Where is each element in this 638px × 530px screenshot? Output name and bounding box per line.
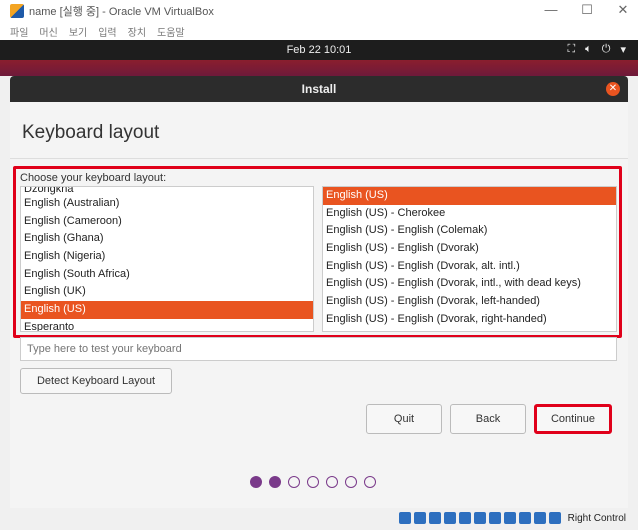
vbox-status-bar: Right Control [0,508,638,530]
installer-title: Install [301,82,337,96]
close-icon[interactable]: ✕ [606,82,620,96]
list-item[interactable]: English (US) - English (Colemak) [323,222,616,240]
power-icon[interactable]: ⏻ [602,43,611,56]
choose-layout-label: Choose your keyboard layout: [20,172,167,184]
menu-view[interactable]: 보기 [69,24,87,39]
variant-list[interactable]: English (US) English (US) - Cherokee Eng… [322,186,617,332]
list-item[interactable]: English (US) - English (Dvorak, right-ha… [323,311,616,329]
list-item-selected[interactable]: English (US) [21,301,313,319]
detect-layout-button[interactable]: Detect Keyboard Layout [20,368,172,394]
progress-dot [326,476,338,488]
volume-icon[interactable]: 🔈︎ [585,43,592,56]
window-title: name [실행 중] - Oracle VM VirtualBox [29,6,214,18]
minimize-icon[interactable]: — [544,2,558,18]
keyboard-capture-icon[interactable] [548,512,561,524]
progress-dot [288,476,300,488]
list-item[interactable]: English (Nigeria) [21,248,313,266]
cpu-icon[interactable] [518,512,531,524]
shared-folder-icon[interactable] [473,512,486,524]
menu-devices[interactable]: 장치 [128,24,146,39]
installer-content: Keyboard layout Choose your keyboard lay… [10,102,628,530]
layout-list[interactable]: Dzongkha English (Australian) English (C… [20,186,314,332]
maximize-icon[interactable]: ☐ [580,2,594,18]
list-item[interactable]: English (Ghana) [21,230,313,248]
close-window-icon[interactable]: ✕ [616,2,630,18]
network-icon[interactable]: ⛶ [567,43,575,56]
continue-button[interactable]: Continue [534,404,612,434]
quit-button[interactable]: Quit [366,404,442,434]
progress-dot [269,476,281,488]
network-adapter-icon[interactable] [443,512,456,524]
list-item[interactable]: Esperanto [21,319,313,331]
virtualbox-logo-icon [10,4,24,18]
menu-help[interactable]: 도움말 [157,24,185,39]
list-item[interactable]: English (US) - English (Dvorak, left-han… [323,293,616,311]
divider [10,158,628,159]
mouse-integration-icon[interactable] [533,512,546,524]
chevron-down-icon[interactable]: ▾ [620,43,626,56]
clock[interactable]: Feb 22 10:01 [287,44,352,56]
host-key-label: Right Control [567,512,626,524]
menu-machine[interactable]: 머신 [39,24,57,39]
desktop-background [0,60,638,76]
gnome-top-bar: Feb 22 10:01 ⛶ 🔈︎ ⏻ ▾ [0,40,638,60]
usb-icon[interactable] [458,512,471,524]
list-item[interactable]: English (UK) [21,283,313,301]
progress-dot [250,476,262,488]
list-item[interactable]: English (Australian) [21,195,313,213]
list-item[interactable]: Dzongkha [21,187,313,195]
progress-dot [364,476,376,488]
list-item[interactable]: English (US) - English (Dvorak) [323,240,616,258]
window-titlebar: name [실행 중] - Oracle VM VirtualBox — ☐ ✕ [0,0,638,22]
progress-dot [307,476,319,488]
vbox-menubar: 파일 머신 보기 입력 장치 도움말 [0,22,638,40]
page-title: Keyboard layout [22,122,160,143]
progress-dots [250,476,376,488]
disk-icon[interactable] [398,512,411,524]
optical-drive-icon[interactable] [413,512,426,524]
list-item[interactable]: English (US) - English (Dvorak, intl., w… [323,275,616,293]
recording-icon[interactable] [503,512,516,524]
list-item[interactable]: English (South Africa) [21,266,313,284]
menu-file[interactable]: 파일 [10,24,28,39]
menu-input[interactable]: 입력 [98,24,116,39]
list-item[interactable]: English (US) - Cherokee [323,205,616,223]
display-icon[interactable] [488,512,501,524]
keyboard-test-input[interactable] [20,337,617,361]
progress-dot [345,476,357,488]
back-button[interactable]: Back [450,404,526,434]
list-item[interactable]: English (Cameroon) [21,213,313,231]
audio-icon[interactable] [428,512,441,524]
list-item[interactable]: English (US) - English (Dvorak, alt. int… [323,258,616,276]
list-item-selected[interactable]: English (US) [323,187,616,205]
installer-header: Install ✕ [10,76,628,102]
